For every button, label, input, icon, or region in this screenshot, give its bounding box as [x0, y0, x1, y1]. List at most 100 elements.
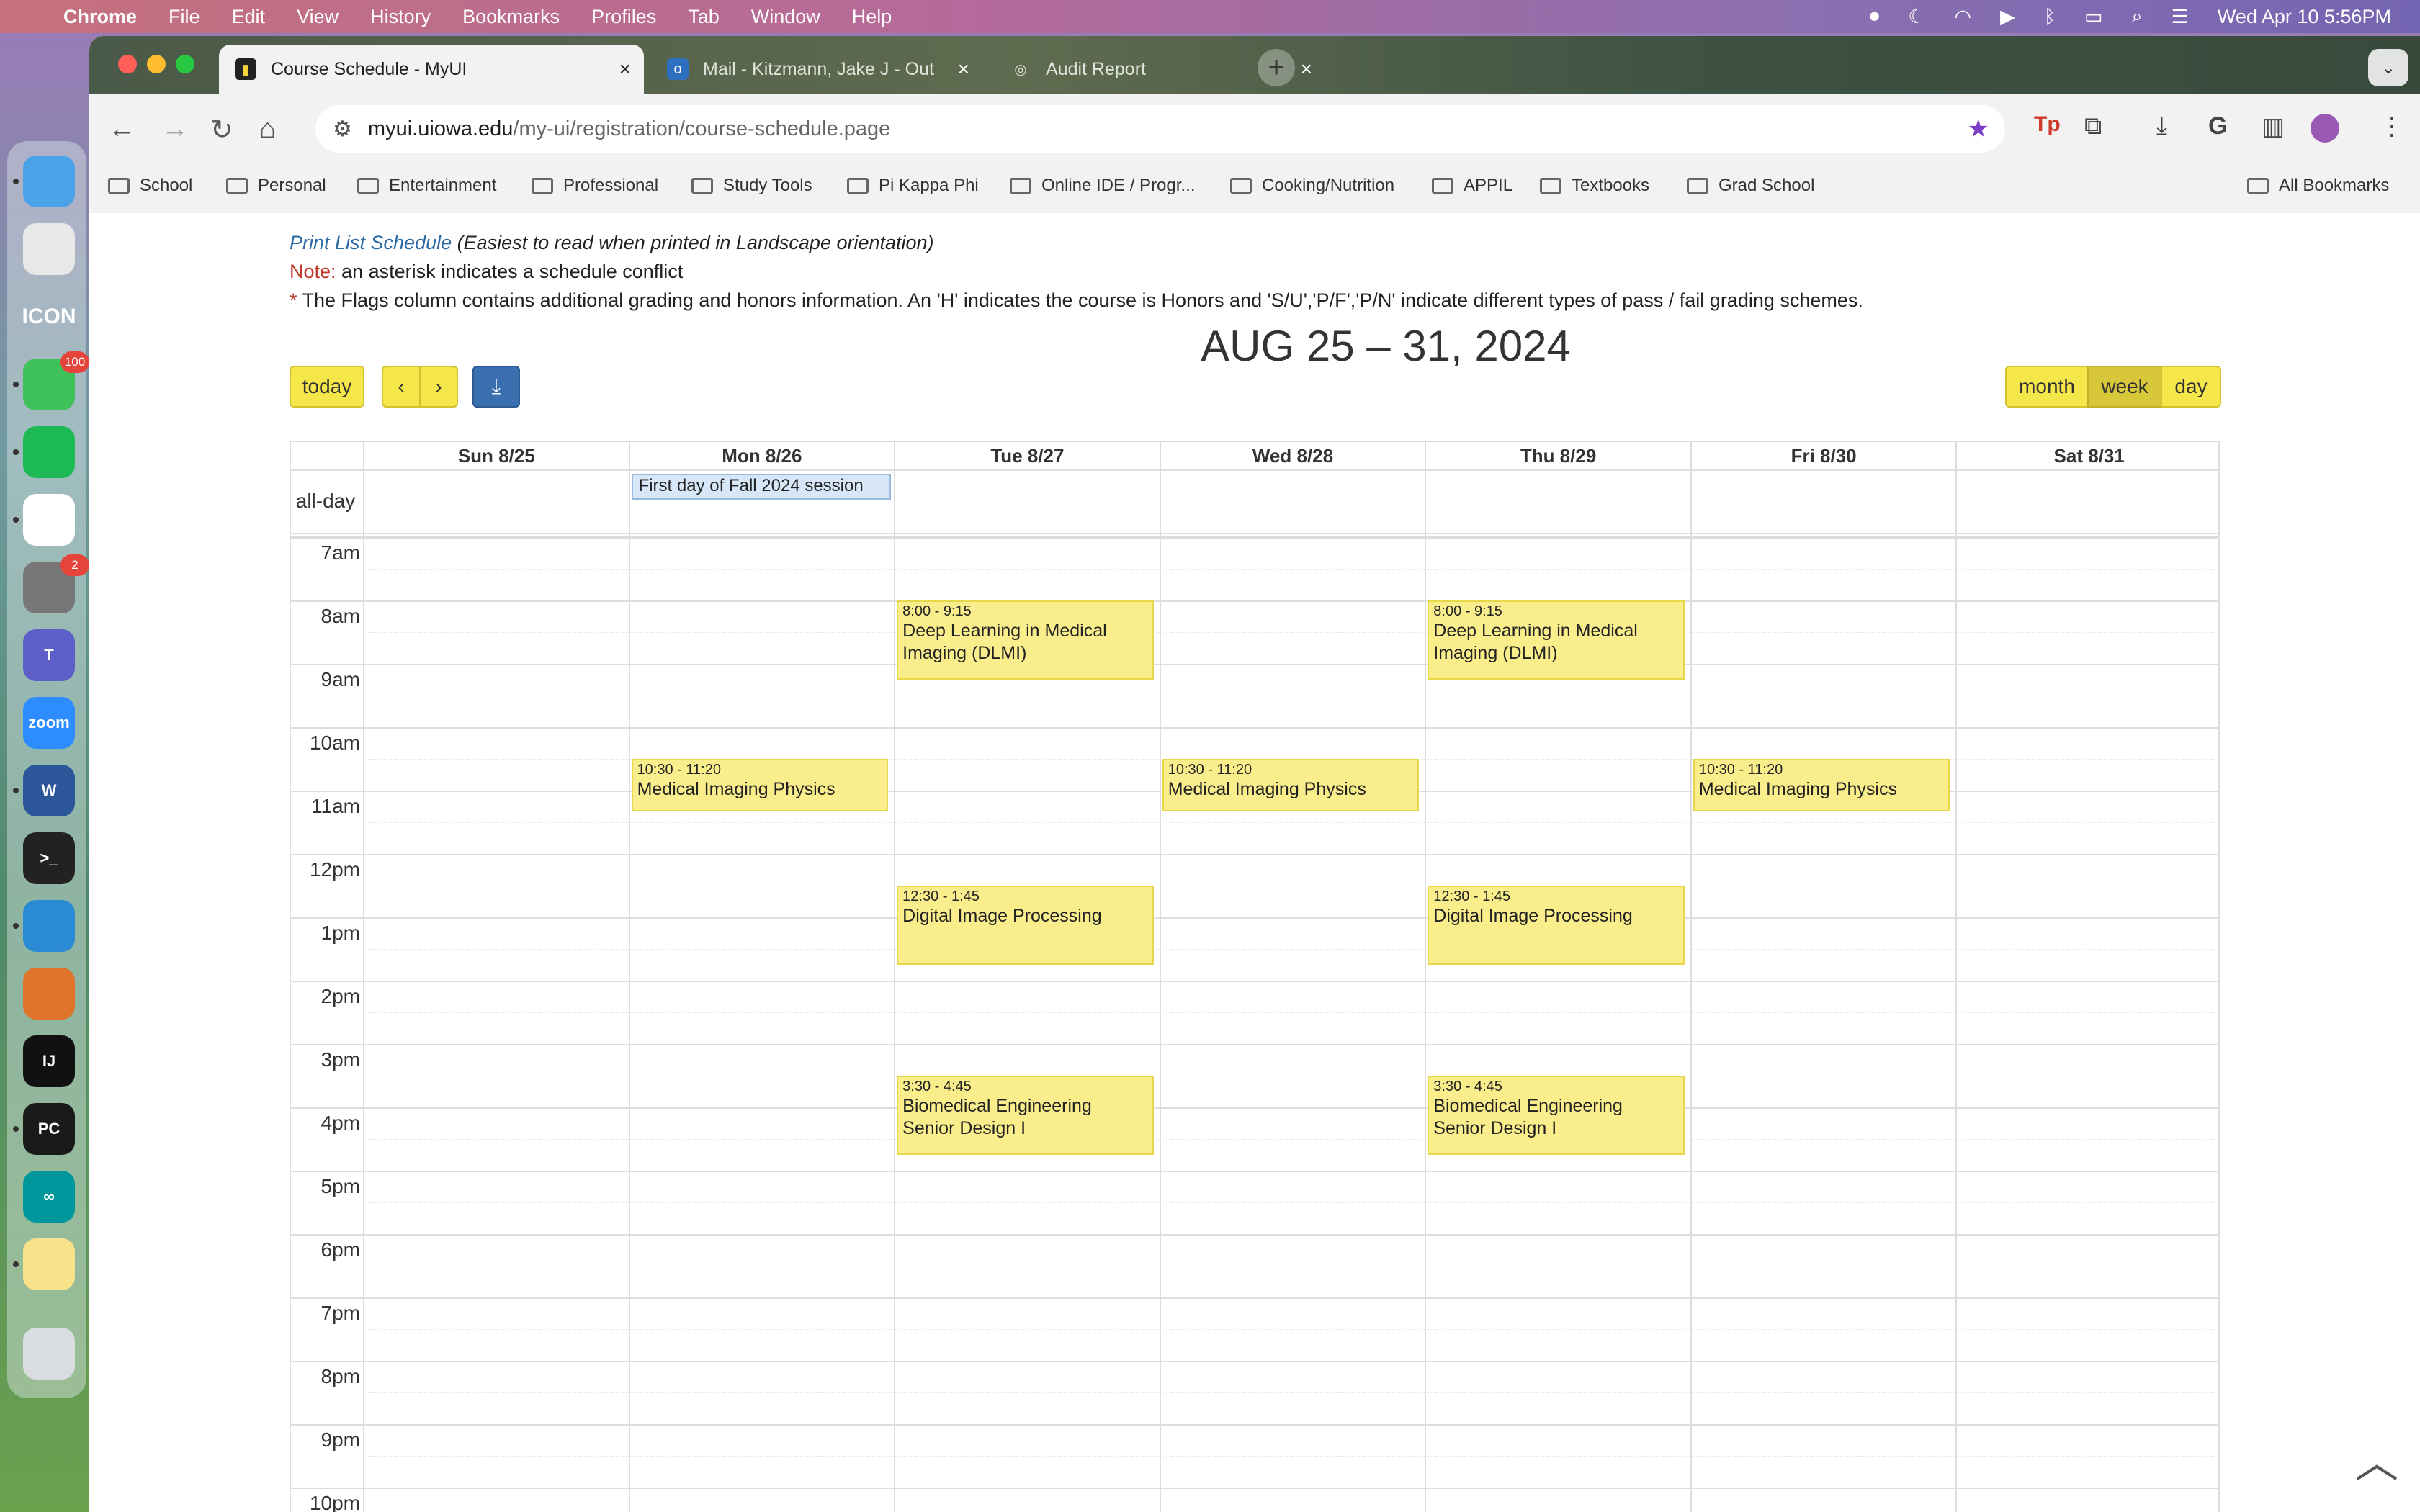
- back-icon[interactable]: ←: [108, 114, 135, 145]
- next-week-button[interactable]: ›: [419, 366, 458, 408]
- event-title: Medical Imaging Physics: [1168, 779, 1366, 799]
- today-button[interactable]: today: [290, 366, 364, 408]
- menu-view[interactable]: View: [297, 6, 339, 28]
- month-view-button[interactable]: month: [2005, 366, 2089, 408]
- bookmark-0[interactable]: School: [108, 176, 192, 196]
- bookmark-2[interactable]: Entertainment: [357, 176, 496, 196]
- bookmark-4[interactable]: Study Tools: [691, 176, 812, 196]
- bookmark-6[interactable]: Online IDE / Progr...: [1010, 176, 1195, 196]
- bookmark-7[interactable]: Cooking/Nutrition: [1230, 176, 1394, 196]
- pycharm-icon[interactable]: PC: [23, 1103, 75, 1155]
- menu-history[interactable]: History: [370, 6, 431, 28]
- reload-icon[interactable]: ↻: [210, 114, 233, 146]
- arduino-icon[interactable]: ∞: [23, 1171, 75, 1223]
- play-icon[interactable]: ▶: [2000, 6, 2015, 28]
- course-event[interactable]: 8:00 - 9:15 Deep Learning in Medical Imag…: [897, 600, 1154, 680]
- close-window-button[interactable]: [118, 55, 137, 73]
- tab-mail[interactable]: o Mail - Kitzmann, Jake J - Out ×: [651, 45, 982, 94]
- more-menu-icon[interactable]: ⋮: [2380, 112, 2404, 141]
- course-event[interactable]: 3:30 - 4:45 Biomedical Engineering Senior…: [1428, 1076, 1685, 1155]
- all-bookmarks[interactable]: All Bookmarks: [2247, 176, 2389, 196]
- forward-icon[interactable]: →: [161, 114, 189, 145]
- tab-course-schedule[interactable]: ▮ Course Schedule - MyUI ×: [219, 45, 644, 94]
- grammarly-icon[interactable]: G: [2208, 112, 2227, 140]
- bookmark-9[interactable]: Textbooks: [1540, 176, 1649, 196]
- print-list-schedule-link[interactable]: Print List Schedule: [290, 232, 452, 253]
- menu-bookmarks[interactable]: Bookmarks: [462, 6, 560, 28]
- spotlight-search-icon[interactable]: ⌕: [2132, 5, 2143, 28]
- side-panel-icon[interactable]: ▥: [2262, 112, 2285, 141]
- minimize-window-button[interactable]: [147, 55, 166, 73]
- site-info-icon[interactable]: ⚙: [333, 117, 352, 142]
- scroll-to-top-icon[interactable]: ︿: [2355, 1428, 2398, 1490]
- download-icon[interactable]: ⤓: [2156, 112, 2167, 140]
- note-label: Note:: [290, 261, 336, 282]
- spotify-icon[interactable]: [23, 426, 75, 478]
- bookmark-5[interactable]: Pi Kappa Phi: [847, 176, 979, 196]
- week-view-button[interactable]: week: [2087, 366, 2162, 408]
- new-tab-button[interactable]: +: [1258, 49, 1295, 86]
- address-bar[interactable]: ⚙ myui.uiowa.edu/my-ui/registration/cour…: [315, 105, 2005, 153]
- bookmark-star-icon[interactable]: ★: [1968, 114, 1989, 143]
- close-tab-icon[interactable]: ×: [619, 58, 631, 81]
- bookmark-3[interactable]: Professional: [532, 176, 658, 196]
- vscode-icon[interactable]: [23, 900, 75, 952]
- bookmark-10[interactable]: Grad School: [1687, 176, 1814, 196]
- course-event[interactable]: 3:30 - 4:45 Biomedical Engineering Senior…: [897, 1076, 1154, 1155]
- matlab-icon[interactable]: [23, 968, 75, 1020]
- tab-search-button[interactable]: ⌄: [2368, 49, 2408, 86]
- menu-window[interactable]: Window: [751, 6, 820, 28]
- menu-tab[interactable]: Tab: [688, 6, 720, 28]
- menu-app-name[interactable]: Chrome: [63, 6, 137, 28]
- terminal-icon[interactable]: >_: [23, 832, 75, 884]
- bookmark-8[interactable]: APPIL: [1432, 176, 1512, 196]
- chrome-icon[interactable]: [23, 494, 75, 546]
- prev-week-button[interactable]: ‹: [382, 366, 421, 408]
- extension-tp-icon[interactable]: Tp: [2034, 112, 2061, 137]
- finder-icon[interactable]: [23, 156, 75, 207]
- menu-profiles[interactable]: Profiles: [591, 6, 656, 28]
- trash-icon[interactable]: [23, 1328, 75, 1380]
- allday-event[interactable]: First day of Fall 2024 session: [631, 474, 892, 500]
- notes-icon[interactable]: [23, 1238, 75, 1290]
- menu-file[interactable]: File: [169, 6, 200, 28]
- icon-app-icon[interactable]: ICON: [22, 291, 76, 343]
- course-event[interactable]: 10:30 - 11:20 Medical Imaging Physics: [1162, 759, 1420, 812]
- menu-help[interactable]: Help: [852, 6, 892, 28]
- intellij-icon[interactable]: IJ: [23, 1035, 75, 1087]
- moon-icon[interactable]: ☾: [1908, 6, 1925, 28]
- day-column-divider: [1955, 469, 1958, 1512]
- launchpad-icon[interactable]: [23, 223, 75, 275]
- teams-icon[interactable]: T: [23, 629, 75, 681]
- day-column-divider: [628, 469, 630, 1512]
- course-event[interactable]: 12:30 - 1:45 Digital Image Processing: [897, 886, 1154, 965]
- bookmark-label: Pi Kappa Phi: [879, 176, 979, 195]
- close-tab-icon[interactable]: ×: [958, 58, 969, 81]
- course-event[interactable]: 8:00 - 9:15 Deep Learning in Medical Imag…: [1428, 600, 1685, 680]
- zoom-window-button[interactable]: [176, 55, 194, 73]
- download-schedule-button[interactable]: ⤓: [472, 366, 520, 408]
- record-icon[interactable]: ⏺: [1870, 5, 1880, 28]
- word-icon[interactable]: W: [23, 765, 75, 816]
- chevron-left-icon: ‹: [398, 375, 405, 397]
- menu-edit[interactable]: Edit: [232, 6, 266, 28]
- home-icon[interactable]: ⌂: [259, 114, 276, 145]
- datetime[interactable]: Wed Apr 10 5:56PM: [2218, 6, 2391, 28]
- extensions-icon[interactable]: ⧉: [2084, 112, 2102, 140]
- wifi-icon[interactable]: ◠: [1954, 6, 1971, 28]
- course-event[interactable]: 10:30 - 11:20 Medical Imaging Physics: [1693, 759, 1950, 812]
- bluetooth-icon[interactable]: ᛒ: [2044, 6, 2056, 28]
- event-time: 10:30 - 11:20: [1698, 762, 1783, 778]
- day-view-button[interactable]: day: [2161, 366, 2221, 408]
- half-hour-line: [363, 1456, 2218, 1457]
- event-title: Digital Image Processing: [1433, 906, 1633, 926]
- control-center-icon[interactable]: ☰: [2172, 6, 2189, 28]
- course-event[interactable]: 10:30 - 11:20 Medical Imaging Physics: [631, 759, 889, 812]
- close-tab-icon[interactable]: ×: [1301, 58, 1312, 81]
- profile-avatar[interactable]: [2311, 114, 2339, 143]
- course-event[interactable]: 12:30 - 1:45 Digital Image Processing: [1428, 886, 1685, 965]
- bookmark-1[interactable]: Personal: [226, 176, 326, 196]
- outlook-favicon: o: [667, 58, 689, 80]
- zoom-icon[interactable]: zoom: [23, 697, 75, 749]
- battery-icon[interactable]: ▭: [2084, 6, 2103, 28]
